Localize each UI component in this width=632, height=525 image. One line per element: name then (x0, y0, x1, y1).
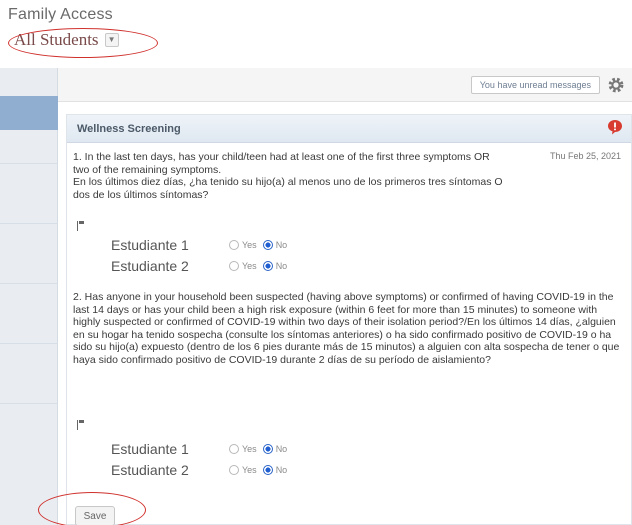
radio-circle[interactable] (229, 261, 239, 271)
yes-radio[interactable]: Yes (229, 240, 257, 250)
wellness-screening-panel: Wellness Screening Thu Feb 25, 2021 1. I… (66, 114, 632, 525)
question-2-row-2: Estudiante 2 Yes No (111, 461, 293, 479)
radio-label: No (275, 240, 288, 250)
save-button[interactable]: Save (75, 506, 115, 525)
radio-label: Yes (242, 444, 257, 454)
screening-date: Thu Feb 25, 2021 (549, 151, 621, 161)
rail-divider (0, 403, 58, 404)
question-1-text: 1. In the last ten days, has your child/… (73, 151, 503, 201)
app-title: Family Access (8, 6, 113, 23)
rail-divider (0, 343, 58, 344)
no-radio[interactable]: No (262, 240, 288, 250)
left-navigation-rail (0, 68, 58, 525)
selected-student-label: All Students (14, 30, 99, 49)
radio-label: Yes (242, 261, 257, 271)
question-2-text: 2. Has anyone in your household been sus… (73, 291, 620, 366)
student-label: Estudiante 1 (111, 441, 189, 457)
chevron-down-icon[interactable]: ▼ (104, 33, 119, 47)
no-radio[interactable]: No (262, 444, 288, 454)
yes-radio[interactable]: Yes (229, 444, 257, 454)
radio-label: Yes (242, 465, 257, 475)
yes-radio[interactable]: Yes (229, 261, 257, 271)
question-1-row-1: Estudiante 1 Yes No (111, 236, 293, 254)
panel-title: Wellness Screening (77, 122, 181, 135)
question-1-row-2: Estudiante 2 Yes No (111, 257, 293, 275)
radio-label: No (275, 465, 288, 475)
question-2-row-1: Estudiante 1 Yes No (111, 440, 293, 458)
radio-circle[interactable] (229, 240, 239, 250)
radio-label: No (275, 261, 288, 271)
radio-circle[interactable] (229, 444, 239, 454)
student-label: Estudiante 2 (111, 258, 189, 274)
flag-icon (77, 221, 87, 231)
no-radio[interactable]: No (262, 261, 288, 271)
rail-divider (0, 223, 58, 224)
radio-label: No (275, 444, 288, 454)
radio-circle-selected[interactable] (262, 444, 273, 454)
student-selector[interactable]: All Students ▼ (14, 30, 119, 50)
no-radio[interactable]: No (262, 465, 288, 475)
top-toolbar: You have unread messages (58, 68, 632, 102)
panel-header: Wellness Screening (67, 115, 631, 143)
radio-circle[interactable] (229, 465, 239, 475)
alert-bubble-icon[interactable] (607, 119, 623, 135)
rail-divider (0, 163, 58, 164)
yes-radio[interactable]: Yes (229, 465, 257, 475)
radio-circle-selected[interactable] (262, 261, 273, 271)
unread-messages-button[interactable]: You have unread messages (470, 76, 600, 94)
radio-circle-selected[interactable] (262, 240, 273, 250)
student-label: Estudiante 1 (111, 237, 189, 253)
radio-circle-selected[interactable] (262, 465, 273, 475)
student-label: Estudiante 2 (111, 462, 189, 478)
rail-divider (0, 283, 58, 284)
radio-label: Yes (242, 240, 257, 250)
flag-icon (77, 420, 87, 430)
gear-icon[interactable] (606, 75, 626, 95)
nav-item-active[interactable] (0, 96, 58, 130)
